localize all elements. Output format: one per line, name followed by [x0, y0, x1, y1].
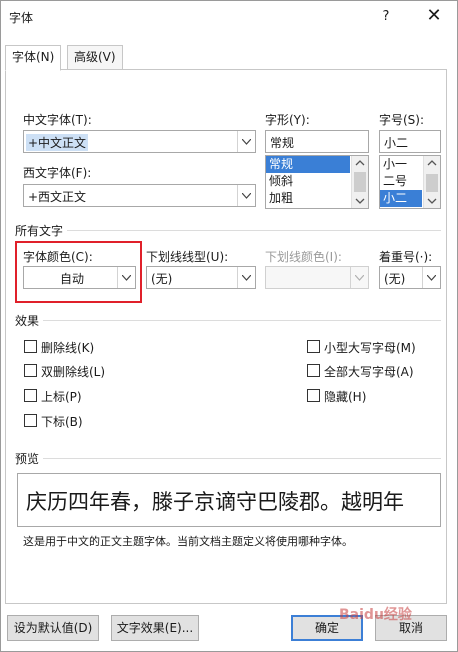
preview-sample-text: 庆历四年春，滕子京谪守巴陵郡。越明年 [26, 490, 404, 514]
title-bar: 字体 ? ✕ [1, 1, 457, 33]
font-dialog: 字体 ? ✕ 字体(N) 高级(V) 中文字体(T): +中文正文 西文字体(F… [0, 0, 458, 652]
chevron-up-icon[interactable] [352, 156, 368, 170]
double-strikethrough-checkbox[interactable] [24, 364, 37, 377]
close-button[interactable]: ✕ [421, 5, 447, 29]
font-size-scrollbar[interactable] [423, 156, 440, 208]
list-item[interactable]: 小二 [380, 190, 422, 207]
font-color-combo[interactable]: 自动 [23, 266, 136, 289]
tab-font[interactable]: 字体(N) [5, 45, 62, 71]
chevron-down-icon[interactable] [237, 267, 255, 288]
section-divider [43, 320, 441, 321]
scrollbar-thumb[interactable] [354, 172, 366, 192]
font-style-label: 字形(Y): [265, 113, 310, 127]
underline-style-label: 下划线线型(U): [146, 250, 229, 264]
all-text-section-label: 所有文字 [15, 224, 64, 238]
small-caps-label[interactable]: 小型大写字母(M) [324, 339, 416, 356]
all-caps-checkbox[interactable] [307, 364, 320, 377]
underline-style-combo[interactable]: (无) [146, 266, 256, 289]
font-color-value: 自动 [60, 272, 85, 286]
underline-style-value: (无) [151, 272, 173, 286]
chevron-down-icon[interactable] [117, 267, 135, 288]
emphasis-mark-combo[interactable]: (无) [379, 266, 441, 289]
scrollbar-thumb[interactable] [426, 174, 438, 192]
emphasis-mark-value: (无) [384, 272, 406, 286]
superscript-checkbox[interactable] [24, 389, 37, 402]
chevron-down-icon[interactable] [237, 185, 255, 206]
western-font-value: +西文正文 [28, 190, 87, 204]
watermark: Baidu经验 [339, 607, 412, 623]
strikethrough-label[interactable]: 删除线(K) [41, 339, 94, 356]
help-button[interactable]: ? [373, 5, 399, 29]
set-default-button[interactable]: 设为默认值(D) [7, 615, 99, 641]
superscript-label[interactable]: 上标(P) [41, 388, 82, 405]
chevron-down-icon[interactable] [352, 194, 368, 208]
western-font-combo[interactable]: +西文正文 [23, 184, 256, 207]
emphasis-mark-label: 着重号(·): [379, 250, 433, 264]
section-divider [43, 458, 441, 459]
double-strikethrough-label[interactable]: 双删除线(L) [41, 363, 105, 380]
subscript-checkbox[interactable] [24, 414, 37, 427]
preview-section-label: 预览 [15, 452, 40, 466]
chinese-font-label: 中文字体(T): [23, 113, 92, 127]
small-caps-checkbox[interactable] [307, 340, 320, 353]
font-style-value: 常规 [270, 136, 295, 150]
font-size-input[interactable]: 小二 [379, 130, 441, 153]
text-effects-button[interactable]: 文字效果(E)... [111, 615, 199, 641]
font-style-scrollbar[interactable] [351, 156, 368, 208]
preview-note: 这是用于中文的正文主题字体。当前文档主题定义将使用哪种字体。 [23, 535, 353, 548]
hidden-label[interactable]: 隐藏(H) [324, 388, 366, 405]
hidden-checkbox[interactable] [307, 389, 320, 402]
preview-box: 庆历四年春，滕子京谪守巴陵郡。越明年 [17, 473, 441, 527]
chevron-up-icon[interactable] [424, 156, 440, 170]
font-color-label: 字体颜色(C): [23, 250, 93, 264]
strikethrough-checkbox[interactable] [24, 340, 37, 353]
tab-advanced[interactable]: 高级(V) [67, 45, 123, 70]
font-size-label: 字号(S): [379, 113, 425, 127]
chevron-down-icon[interactable] [422, 267, 440, 288]
chevron-down-icon[interactable] [424, 194, 440, 208]
subscript-label[interactable]: 下标(B) [41, 413, 83, 430]
font-size-value: 小二 [384, 136, 409, 150]
chinese-font-value: +中文正文 [26, 134, 89, 151]
font-style-list[interactable]: 常规 倾斜 加粗 [265, 155, 369, 209]
all-caps-label[interactable]: 全部大写字母(A) [324, 363, 414, 380]
chevron-down-icon[interactable] [237, 131, 255, 152]
dialog-title: 字体 [9, 11, 34, 25]
chevron-down-icon [350, 267, 368, 288]
underline-color-combo [265, 266, 369, 289]
underline-color-label: 下划线颜色(I): [265, 250, 342, 264]
list-item[interactable]: 常规 [266, 156, 350, 173]
font-size-list[interactable]: 小一 二号 小二 [379, 155, 441, 209]
font-style-input[interactable]: 常规 [265, 130, 369, 153]
western-font-label: 西文字体(F): [23, 166, 92, 180]
effects-section-label: 效果 [15, 314, 40, 328]
chinese-font-combo[interactable]: +中文正文 [23, 130, 256, 153]
section-divider [67, 230, 441, 231]
